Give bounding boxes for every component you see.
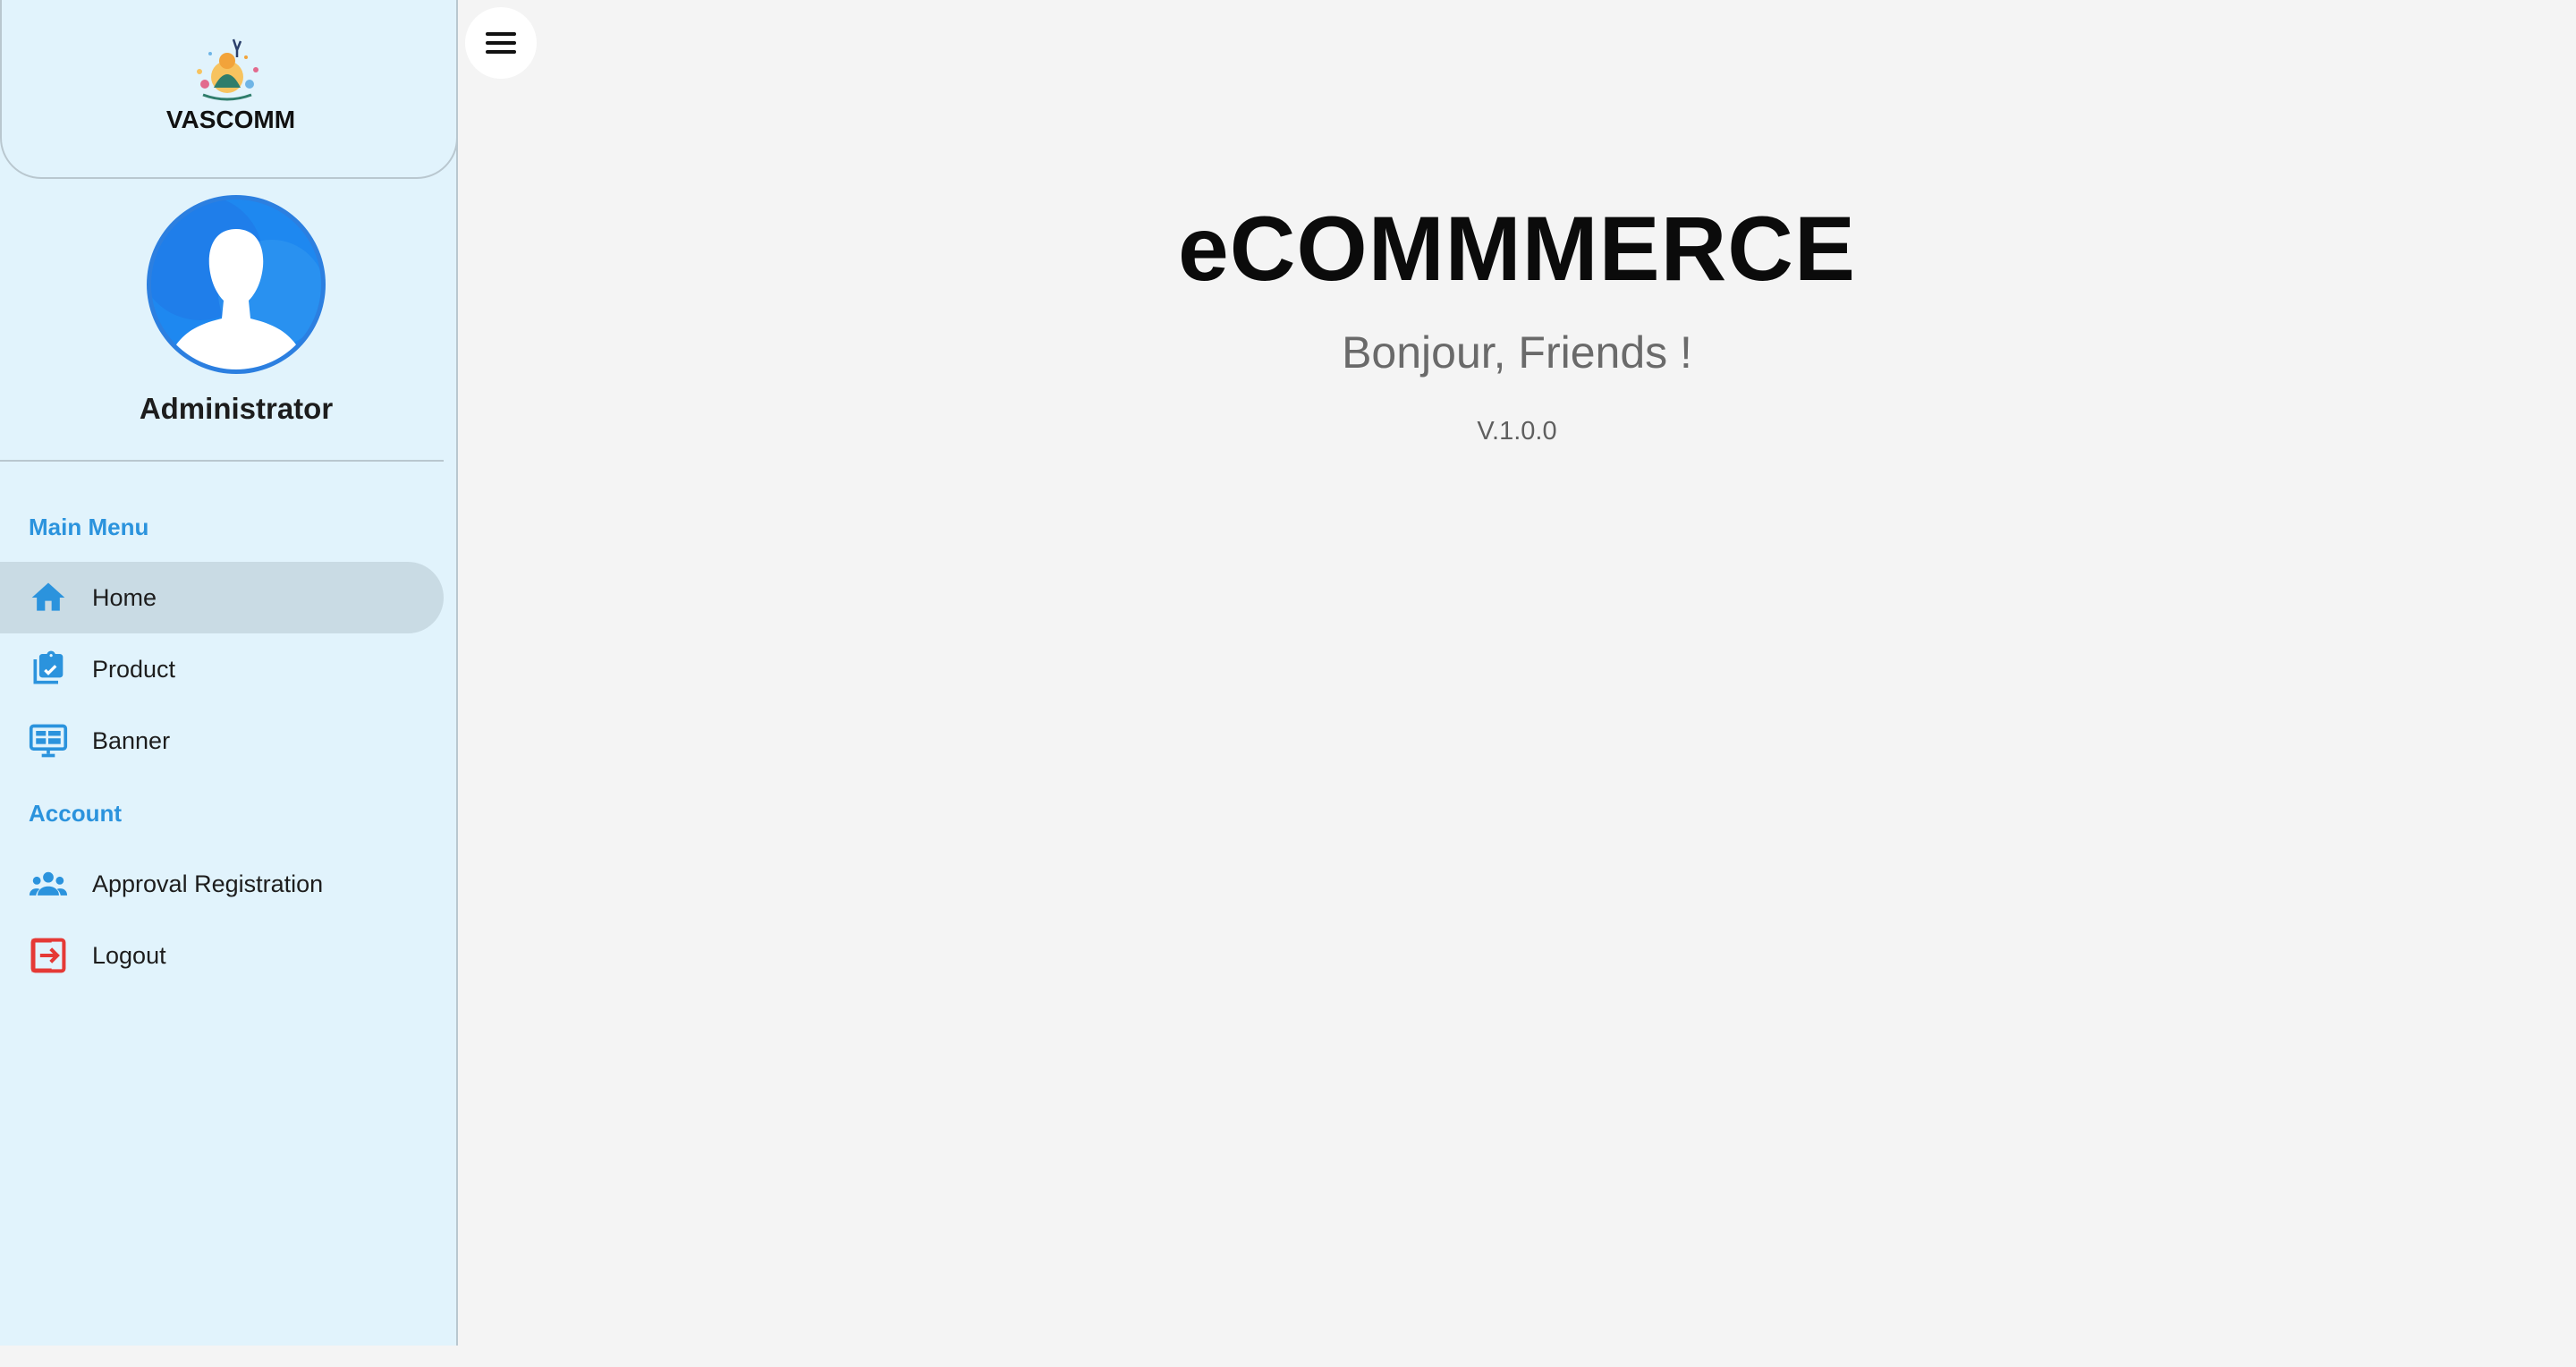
- logout-icon: [30, 938, 66, 973]
- clipboard-check-icon: [33, 650, 64, 684]
- section-title-main-menu: Main Menu: [29, 514, 149, 540]
- sidebar-item-label: Logout: [92, 942, 166, 969]
- users-icon: [29, 871, 68, 896]
- version-label: V.1.0.0: [1477, 417, 1557, 446]
- brand-name: VASCOMM: [165, 106, 296, 133]
- avatar: [147, 195, 326, 374]
- sidebar-item-label: Approval Registration: [92, 870, 324, 897]
- sidebar-item-label: Banner: [92, 727, 171, 754]
- sidebar: VASCOMM Administrator Main Menu Home Pro…: [0, 0, 458, 1346]
- sidebar-item-banner[interactable]: Banner: [0, 705, 444, 777]
- sidebar-item-label: Product: [92, 656, 176, 683]
- sidebar-item-logout[interactable]: Logout: [0, 920, 444, 991]
- user-name: Administrator: [139, 392, 334, 425]
- monitor-icon: [29, 724, 68, 758]
- vascomm-logo: [197, 38, 258, 101]
- section-title-account: Account: [29, 800, 122, 827]
- brand-header: VASCOMM: [0, 0, 458, 179]
- hamburger-menu-button[interactable]: [465, 7, 537, 79]
- greeting-text: Bonjour, Friends !: [1342, 327, 1692, 378]
- sidebar-item-approval-registration[interactable]: Approval Registration: [0, 848, 444, 920]
- page-title: eCOMMMERCE: [1177, 198, 1857, 300]
- home-icon: [31, 582, 65, 611]
- sidebar-item-label: Home: [92, 584, 157, 611]
- sidebar-divider: [0, 460, 444, 462]
- sidebar-item-home[interactable]: Home: [0, 562, 444, 633]
- sidebar-item-product[interactable]: Product: [0, 633, 444, 705]
